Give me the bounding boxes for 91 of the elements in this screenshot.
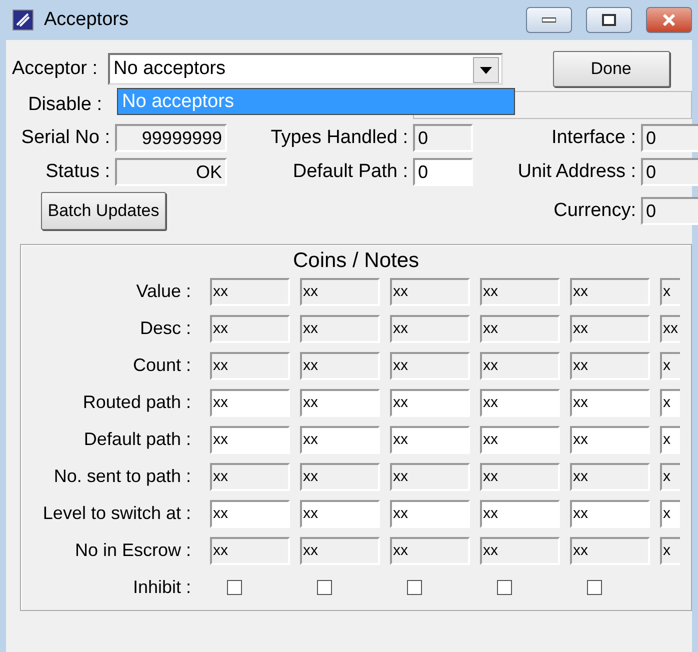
acceptor-dropdown[interactable]: No acceptors <box>108 53 503 85</box>
readonly-field[interactable]: x <box>660 352 680 380</box>
readonly-field[interactable]: xx <box>390 462 470 490</box>
readonly-field[interactable]: xx <box>480 462 560 490</box>
readonly-field[interactable]: xx <box>570 278 650 306</box>
input-field[interactable]: 0 <box>413 158 473 186</box>
readonly-field[interactable]: 0 <box>413 124 473 152</box>
input-field[interactable]: xx <box>210 426 290 454</box>
input-field[interactable]: x <box>660 426 680 454</box>
readonly-field[interactable]: xx <box>570 536 650 564</box>
readonly-field[interactable]: xx <box>210 352 290 380</box>
input-field[interactable]: xx <box>570 500 650 528</box>
inhibit-checkbox[interactable] <box>407 580 422 595</box>
readonly-field[interactable]: xx <box>390 314 470 342</box>
row-label: Routed path : <box>82 392 191 413</box>
readonly-field[interactable]: 0 <box>641 197 698 225</box>
readonly-field[interactable]: xx <box>300 536 380 564</box>
readonly-field[interactable]: 99999999 <box>115 124 227 152</box>
input-field[interactable]: xx <box>390 388 470 416</box>
readonly-field[interactable]: xx <box>480 536 560 564</box>
row-label: Value : <box>135 281 191 302</box>
readonly-field[interactable]: xx <box>210 462 290 490</box>
maximize-icon <box>602 14 616 26</box>
field-label: Default Path : <box>292 161 408 183</box>
acceptor-label: Acceptor : <box>12 58 98 80</box>
readonly-field[interactable]: OK <box>115 158 227 186</box>
caret-icon <box>480 66 492 74</box>
close-icon <box>662 14 676 26</box>
readonly-field[interactable]: xx <box>480 314 560 342</box>
row-label: Level to switch at : <box>42 503 191 524</box>
readonly-field[interactable]: xx <box>210 536 290 564</box>
minimize-icon <box>542 17 556 23</box>
field-label: Serial No : <box>20 127 110 149</box>
readonly-field[interactable]: xx <box>660 314 680 342</box>
readonly-field[interactable]: xx <box>480 352 560 380</box>
input-field[interactable]: xx <box>480 388 560 416</box>
input-field[interactable]: xx <box>390 500 470 528</box>
input-field[interactable]: xx <box>390 426 470 454</box>
input-field[interactable]: xx <box>570 388 650 416</box>
input-field[interactable]: xx <box>480 500 560 528</box>
field-label: Currency: <box>552 200 636 222</box>
minimize-button[interactable] <box>526 7 572 33</box>
readonly-field[interactable]: x <box>660 536 680 564</box>
input-field[interactable]: xx <box>210 500 290 528</box>
done-button[interactable]: Done <box>552 51 670 87</box>
inhibit-checkbox[interactable] <box>317 580 332 595</box>
input-field[interactable]: xx <box>570 426 650 454</box>
readonly-field[interactable]: xx <box>570 314 650 342</box>
input-field[interactable]: xx <box>480 426 560 454</box>
input-field[interactable]: xx <box>300 388 380 416</box>
readonly-field[interactable]: xx <box>300 352 380 380</box>
field-label: Unit Address : <box>516 161 636 183</box>
readonly-field[interactable]: 0 <box>641 124 698 152</box>
readonly-field[interactable]: xx <box>480 278 560 306</box>
readonly-field[interactable]: xx <box>390 278 470 306</box>
readonly-field[interactable]: x <box>660 278 680 306</box>
inhibit-checkbox[interactable] <box>587 580 602 595</box>
readonly-field[interactable]: 0 <box>641 158 698 186</box>
readonly-field[interactable]: xx <box>390 352 470 380</box>
readonly-field[interactable]: xx <box>390 536 470 564</box>
inhibit-checkbox[interactable] <box>227 580 242 595</box>
disable-label: Disable : <box>27 94 102 116</box>
app-icon <box>12 9 34 31</box>
row-label: Default path : <box>82 429 191 450</box>
input-field[interactable]: xx <box>210 388 290 416</box>
readonly-field[interactable]: xx <box>300 314 380 342</box>
row-label: Count : <box>132 355 191 376</box>
close-button[interactable] <box>646 7 692 33</box>
readonly-field[interactable]: xx <box>210 278 290 306</box>
row-label: No in Escrow : <box>74 540 191 561</box>
readonly-field[interactable]: xx <box>570 352 650 380</box>
maximize-button[interactable] <box>586 7 632 33</box>
window-title: Acceptors <box>44 9 130 31</box>
input-field[interactable]: x <box>660 500 680 528</box>
readonly-field[interactable]: xx <box>300 462 380 490</box>
row-label: Desc : <box>138 318 191 339</box>
inhibit-checkbox[interactable] <box>497 580 512 595</box>
readonly-field[interactable]: xx <box>210 314 290 342</box>
readonly-field[interactable]: xx <box>570 462 650 490</box>
field-label: Status : <box>44 161 110 183</box>
row-label: Inhibit : <box>132 577 191 598</box>
row-label: No. sent to path : <box>52 466 191 487</box>
readonly-field[interactable]: xx <box>300 278 380 306</box>
input-field[interactable]: x <box>660 388 680 416</box>
input-field[interactable]: xx <box>300 500 380 528</box>
batch-updates-button[interactable]: Batch Updates <box>41 192 166 230</box>
field-label: Interface : <box>550 127 636 149</box>
input-field[interactable]: xx <box>300 426 380 454</box>
field-label: Types Handled : <box>270 127 408 149</box>
readonly-field[interactable]: x <box>660 462 680 490</box>
group-title: Coins / Notes <box>292 249 420 272</box>
